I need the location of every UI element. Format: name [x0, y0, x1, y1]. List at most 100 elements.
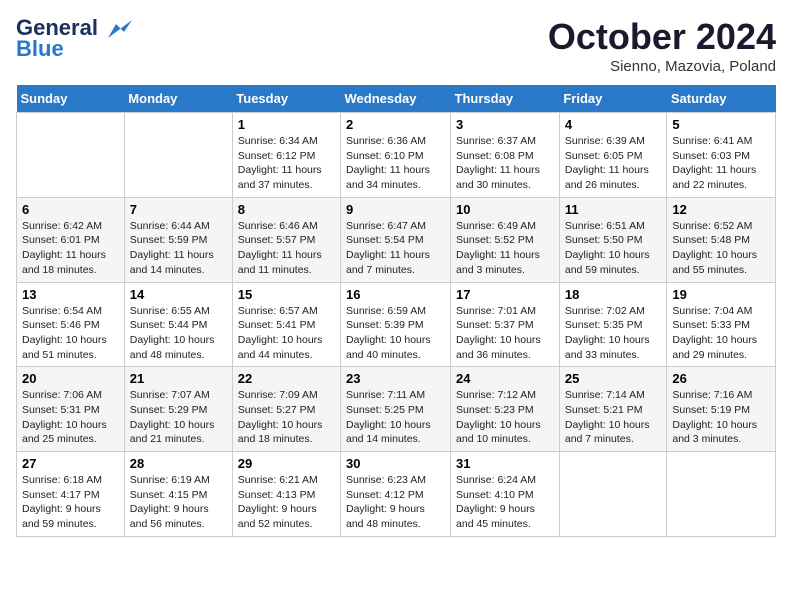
- calendar-cell: 20 Sunrise: 7:06 AM Sunset: 5:31 PM Dayli…: [17, 367, 125, 452]
- calendar-week-row: 1 Sunrise: 6:34 AM Sunset: 6:12 PM Daylig…: [17, 113, 776, 198]
- day-info: Sunrise: 7:12 AM Sunset: 5:23 PM Dayligh…: [456, 388, 554, 447]
- day-info: Sunrise: 6:34 AM Sunset: 6:12 PM Dayligh…: [238, 134, 335, 193]
- day-number: 2: [346, 117, 445, 132]
- logo-bird-icon: [106, 20, 132, 38]
- day-number: 14: [130, 287, 227, 302]
- day-info: Sunrise: 7:16 AM Sunset: 5:19 PM Dayligh…: [672, 388, 770, 447]
- calendar-cell: [559, 452, 667, 537]
- calendar-cell: 21 Sunrise: 7:07 AM Sunset: 5:29 PM Dayli…: [124, 367, 232, 452]
- day-info: Sunrise: 6:59 AM Sunset: 5:39 PM Dayligh…: [346, 304, 445, 363]
- calendar-cell: 12 Sunrise: 6:52 AM Sunset: 5:48 PM Dayli…: [667, 197, 776, 282]
- calendar-cell: 29Sunrise: 6:21 AM Sunset: 4:13 PM Dayli…: [232, 452, 340, 537]
- day-info: Sunrise: 7:11 AM Sunset: 5:25 PM Dayligh…: [346, 388, 445, 447]
- day-number: 8: [238, 202, 335, 217]
- calendar-cell: 27 Sunrise: 6:18 AM Sunset: 4:17 PM Dayli…: [17, 452, 125, 537]
- calendar-cell: 13 Sunrise: 6:54 AM Sunset: 5:46 PM Dayli…: [17, 282, 125, 367]
- day-info: Sunrise: 6:46 AM Sunset: 5:57 PM Dayligh…: [238, 219, 335, 278]
- calendar-cell: [124, 113, 232, 198]
- day-number: 7: [130, 202, 227, 217]
- calendar-cell: 9 Sunrise: 6:47 AM Sunset: 5:54 PM Daylig…: [341, 197, 451, 282]
- day-number: 10: [456, 202, 554, 217]
- day-number: 9: [346, 202, 445, 217]
- day-number: 6: [22, 202, 119, 217]
- day-number: 30: [346, 456, 445, 471]
- logo-blue: Blue: [16, 36, 64, 62]
- day-number: 12: [672, 202, 770, 217]
- day-number: 5: [672, 117, 770, 132]
- title-block: October 2024 Sienno, Mazovia, Poland: [548, 16, 776, 75]
- calendar-cell: 5Sunrise: 6:41 AM Sunset: 6:03 PM Daylig…: [667, 113, 776, 198]
- calendar-cell: 24Sunrise: 7:12 AM Sunset: 5:23 PM Dayli…: [451, 367, 560, 452]
- page-header: General Blue October 2024 Sienno, Mazovi…: [16, 16, 776, 75]
- day-info: Sunrise: 6:55 AM Sunset: 5:44 PM Dayligh…: [130, 304, 227, 363]
- day-info: Sunrise: 6:54 AM Sunset: 5:46 PM Dayligh…: [22, 304, 119, 363]
- weekday-header: Saturday: [667, 85, 776, 113]
- day-info: Sunrise: 7:06 AM Sunset: 5:31 PM Dayligh…: [22, 388, 119, 447]
- weekday-header: Wednesday: [341, 85, 451, 113]
- day-info: Sunrise: 6:37 AM Sunset: 6:08 PM Dayligh…: [456, 134, 554, 193]
- day-number: 31: [456, 456, 554, 471]
- day-number: 4: [565, 117, 662, 132]
- calendar-cell: 26 Sunrise: 7:16 AM Sunset: 5:19 PM Dayli…: [667, 367, 776, 452]
- day-info: Sunrise: 6:18 AM Sunset: 4:17 PM Dayligh…: [22, 473, 119, 532]
- calendar-cell: 17Sunrise: 7:01 AM Sunset: 5:37 PM Dayli…: [451, 282, 560, 367]
- day-number: 22: [238, 371, 335, 386]
- calendar-cell: 7 Sunrise: 6:44 AM Sunset: 5:59 PM Daylig…: [124, 197, 232, 282]
- calendar-cell: 16 Sunrise: 6:59 AM Sunset: 5:39 PM Dayli…: [341, 282, 451, 367]
- calendar-cell: 18 Sunrise: 7:02 AM Sunset: 5:35 PM Dayli…: [559, 282, 667, 367]
- calendar-cell: 4 Sunrise: 6:39 AM Sunset: 6:05 PM Daylig…: [559, 113, 667, 198]
- calendar-cell: 15 Sunrise: 6:57 AM Sunset: 5:41 PM Dayli…: [232, 282, 340, 367]
- day-info: Sunrise: 6:57 AM Sunset: 5:41 PM Dayligh…: [238, 304, 335, 363]
- calendar-cell: 14 Sunrise: 6:55 AM Sunset: 5:44 PM Dayli…: [124, 282, 232, 367]
- day-info: Sunrise: 7:01 AM Sunset: 5:37 PM Dayligh…: [456, 304, 554, 363]
- day-info: Sunrise: 6:24 AM Sunset: 4:10 PM Dayligh…: [456, 473, 554, 532]
- weekday-header: Monday: [124, 85, 232, 113]
- calendar-table: SundayMondayTuesdayWednesdayThursdayFrid…: [16, 85, 776, 537]
- logo: General Blue: [16, 16, 132, 62]
- day-info: Sunrise: 6:44 AM Sunset: 5:59 PM Dayligh…: [130, 219, 227, 278]
- day-number: 20: [22, 371, 119, 386]
- calendar-cell: 19 Sunrise: 7:04 AM Sunset: 5:33 PM Dayli…: [667, 282, 776, 367]
- day-info: Sunrise: 6:42 AM Sunset: 6:01 PM Dayligh…: [22, 219, 119, 278]
- month-title: October 2024: [548, 16, 776, 58]
- day-number: 18: [565, 287, 662, 302]
- calendar-week-row: 20 Sunrise: 7:06 AM Sunset: 5:31 PM Dayli…: [17, 367, 776, 452]
- calendar-cell: 22 Sunrise: 7:09 AM Sunset: 5:27 PM Dayli…: [232, 367, 340, 452]
- day-info: Sunrise: 7:04 AM Sunset: 5:33 PM Dayligh…: [672, 304, 770, 363]
- day-number: 19: [672, 287, 770, 302]
- day-number: 1: [238, 117, 335, 132]
- calendar-cell: 11 Sunrise: 6:51 AM Sunset: 5:50 PM Dayli…: [559, 197, 667, 282]
- calendar-cell: [17, 113, 125, 198]
- day-number: 29: [238, 456, 335, 471]
- day-info: Sunrise: 6:47 AM Sunset: 5:54 PM Dayligh…: [346, 219, 445, 278]
- day-info: Sunrise: 6:49 AM Sunset: 5:52 PM Dayligh…: [456, 219, 554, 278]
- day-number: 27: [22, 456, 119, 471]
- day-info: Sunrise: 7:09 AM Sunset: 5:27 PM Dayligh…: [238, 388, 335, 447]
- day-number: 26: [672, 371, 770, 386]
- day-number: 11: [565, 202, 662, 217]
- day-info: Sunrise: 7:07 AM Sunset: 5:29 PM Dayligh…: [130, 388, 227, 447]
- calendar-cell: 31 Sunrise: 6:24 AM Sunset: 4:10 PM Dayli…: [451, 452, 560, 537]
- calendar-week-row: 13 Sunrise: 6:54 AM Sunset: 5:46 PM Dayli…: [17, 282, 776, 367]
- day-number: 21: [130, 371, 227, 386]
- day-info: Sunrise: 6:52 AM Sunset: 5:48 PM Dayligh…: [672, 219, 770, 278]
- day-info: Sunrise: 6:36 AM Sunset: 6:10 PM Dayligh…: [346, 134, 445, 193]
- weekday-header: Sunday: [17, 85, 125, 113]
- day-info: Sunrise: 7:02 AM Sunset: 5:35 PM Dayligh…: [565, 304, 662, 363]
- calendar-week-row: 27 Sunrise: 6:18 AM Sunset: 4:17 PM Dayli…: [17, 452, 776, 537]
- day-info: Sunrise: 7:14 AM Sunset: 5:21 PM Dayligh…: [565, 388, 662, 447]
- calendar-cell: 30Sunrise: 6:23 AM Sunset: 4:12 PM Dayli…: [341, 452, 451, 537]
- day-number: 16: [346, 287, 445, 302]
- calendar-cell: 28Sunrise: 6:19 AM Sunset: 4:15 PM Dayli…: [124, 452, 232, 537]
- calendar-cell: 23Sunrise: 7:11 AM Sunset: 5:25 PM Dayli…: [341, 367, 451, 452]
- day-number: 28: [130, 456, 227, 471]
- calendar-cell: 1 Sunrise: 6:34 AM Sunset: 6:12 PM Daylig…: [232, 113, 340, 198]
- weekday-header: Friday: [559, 85, 667, 113]
- day-number: 13: [22, 287, 119, 302]
- day-info: Sunrise: 6:39 AM Sunset: 6:05 PM Dayligh…: [565, 134, 662, 193]
- day-number: 15: [238, 287, 335, 302]
- calendar-cell: 10 Sunrise: 6:49 AM Sunset: 5:52 PM Dayli…: [451, 197, 560, 282]
- calendar-body: 1 Sunrise: 6:34 AM Sunset: 6:12 PM Daylig…: [17, 113, 776, 537]
- calendar-cell: 3Sunrise: 6:37 AM Sunset: 6:08 PM Daylig…: [451, 113, 560, 198]
- day-info: Sunrise: 6:51 AM Sunset: 5:50 PM Dayligh…: [565, 219, 662, 278]
